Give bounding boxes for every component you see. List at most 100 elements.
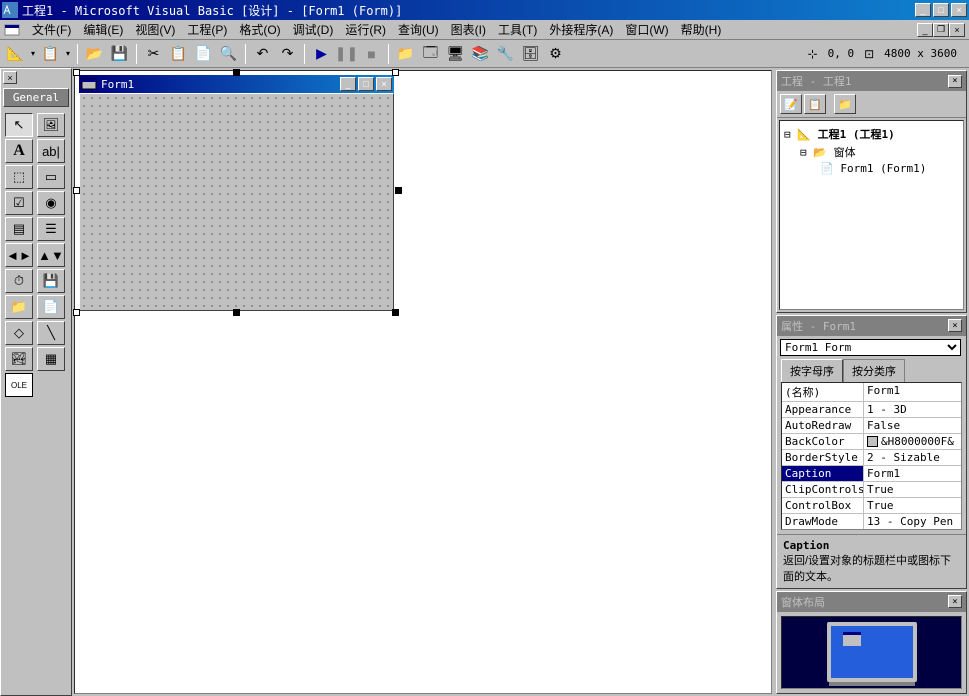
properties-button[interactable]: 🗔 (419, 43, 442, 65)
resize-handle[interactable] (233, 69, 240, 76)
menu-5[interactable]: 调试(D) (287, 19, 340, 40)
toolbox-button[interactable]: 🔧 (494, 43, 517, 65)
add-project-button[interactable]: 📐 (4, 43, 27, 65)
tool-vscroll[interactable]: ▲▼ (37, 243, 65, 267)
project-close-button[interactable]: × (948, 75, 962, 88)
tool-label[interactable]: A (5, 139, 33, 163)
menu-1[interactable]: 编辑(E) (77, 19, 129, 40)
tool-checkbox[interactable]: ☑ (5, 191, 33, 215)
mdi-icon[interactable] (4, 22, 20, 38)
property-row[interactable]: (名称)Form1 (782, 383, 961, 402)
tool-ole[interactable]: OLE (5, 373, 33, 397)
save-button[interactable]: 💾 (108, 43, 131, 65)
resize-handle[interactable] (395, 187, 402, 194)
menu-10[interactable]: 外接程序(A) (543, 19, 619, 40)
tool-timer[interactable]: ⏱ (5, 269, 33, 293)
tool-data[interactable]: ▦ (37, 347, 65, 371)
tool-dirlist[interactable]: 📁 (5, 295, 33, 319)
tool-drivelist[interactable]: 💾 (37, 269, 65, 293)
layout-preview[interactable] (781, 616, 962, 689)
tool-button[interactable]: ▭ (37, 165, 65, 189)
tool-picturebox[interactable]: 🖼 (37, 113, 65, 137)
menu-6[interactable]: 运行(R) (339, 19, 392, 40)
tool-radio[interactable]: ◉ (37, 191, 65, 215)
find-button[interactable]: 🔍 (217, 43, 240, 65)
tool-hscroll[interactable]: ◄► (5, 243, 33, 267)
layout-close-button[interactable]: × (948, 595, 962, 608)
tool-image[interactable]: 🏞 (5, 347, 33, 371)
mdi-restore-button[interactable]: ❐ (933, 23, 949, 37)
form-titlebar[interactable]: Form1 _ □ × (79, 75, 394, 93)
toggle-folders-button[interactable]: 📁 (834, 94, 856, 114)
menu-0[interactable]: 文件(F) (26, 19, 77, 40)
form-close-button[interactable]: × (376, 77, 392, 91)
tool-frame[interactable]: ⬚ (5, 165, 33, 189)
tree-project-root[interactable]: ⊟ 📐 工程1 (工程1) (784, 125, 959, 143)
property-row[interactable]: Appearance1 - 3D (782, 402, 961, 418)
tab-categorized[interactable]: 按分类序 (843, 359, 905, 382)
property-row[interactable]: AutoRedrawFalse (782, 418, 961, 434)
object-browser-button[interactable]: 📚 (469, 43, 492, 65)
add-project-dropdown[interactable]: ▾ (29, 43, 37, 65)
form-designer[interactable]: Form1 _ □ × (74, 70, 772, 694)
form-maximize-button[interactable]: □ (358, 77, 374, 91)
form-window[interactable]: Form1 _ □ × (79, 75, 394, 311)
open-button[interactable]: 📂 (83, 43, 106, 65)
dataview-button[interactable]: 🗄 (519, 43, 542, 65)
property-row[interactable]: BorderStyle2 - Sizable (782, 450, 961, 466)
resize-handle[interactable] (73, 309, 80, 316)
menu-4[interactable]: 格式(O) (233, 19, 286, 40)
view-object-button[interactable]: 📋 (804, 94, 826, 114)
tool-pointer[interactable]: ↖ (5, 113, 33, 137)
menu-9[interactable]: 工具(T) (492, 19, 543, 40)
paste-button[interactable]: 📄 (192, 43, 215, 65)
stop-button[interactable]: ■ (360, 43, 383, 65)
properties-close-button[interactable]: × (948, 319, 962, 332)
object-selector[interactable]: Form1 Form (780, 339, 961, 356)
menu-12[interactable]: 帮助(H) (675, 19, 728, 40)
toolbox-close-button[interactable]: × (3, 71, 17, 84)
menu-7[interactable]: 查询(U) (392, 19, 445, 40)
mini-form[interactable] (843, 632, 861, 646)
maximize-button[interactable]: □ (933, 3, 949, 17)
redo-button[interactable]: ↷ (276, 43, 299, 65)
tool-listbox[interactable]: ☰ (37, 217, 65, 241)
resize-handle[interactable] (73, 187, 80, 194)
add-form-button[interactable]: 📋 (39, 43, 62, 65)
tool-textbox[interactable]: ab| (37, 139, 65, 163)
menu-2[interactable]: 视图(V) (129, 19, 181, 40)
add-form-dropdown[interactable]: ▾ (64, 43, 72, 65)
tool-combobox[interactable]: ▤ (5, 217, 33, 241)
property-row[interactable]: DrawMode13 - Copy Pen (782, 514, 961, 530)
form-layout-button[interactable]: 🖥 (444, 43, 467, 65)
tab-alphabetic[interactable]: 按字母序 (781, 359, 843, 382)
minimize-button[interactable]: _ (915, 3, 931, 17)
mdi-close-button[interactable]: × (949, 23, 965, 37)
mdi-minimize-button[interactable]: _ (917, 23, 933, 37)
form-body[interactable] (79, 93, 394, 311)
tool-line[interactable]: ╲ (37, 321, 65, 345)
form-minimize-button[interactable]: _ (340, 77, 356, 91)
tool-filelist[interactable]: 📄 (37, 295, 65, 319)
view-code-button[interactable]: 📝 (780, 94, 802, 114)
property-row[interactable]: ClipControlsTrue (782, 482, 961, 498)
property-row[interactable]: ControlBoxTrue (782, 498, 961, 514)
tree-item-form1[interactable]: 📄 Form1 (Form1) (784, 161, 959, 176)
menu-3[interactable]: 工程(P) (181, 19, 233, 40)
property-row[interactable]: CaptionForm1 (782, 466, 961, 482)
property-row[interactable]: BackColor&H8000000F& (782, 434, 961, 450)
pause-button[interactable]: ❚❚ (335, 43, 358, 65)
close-button[interactable]: × (951, 3, 967, 17)
component-button[interactable]: ⚙ (544, 43, 567, 65)
resize-handle[interactable] (392, 309, 399, 316)
undo-button[interactable]: ↶ (251, 43, 274, 65)
properties-grid[interactable]: (名称)Form1Appearance1 - 3DAutoRedrawFalse… (781, 382, 962, 530)
copy-button[interactable]: 📋 (167, 43, 190, 65)
resize-handle[interactable] (392, 69, 399, 76)
tree-folder-forms[interactable]: ⊟ 📂 窗体 (784, 143, 959, 161)
tool-shape[interactable]: ◇ (5, 321, 33, 345)
cut-button[interactable]: ✂ (142, 43, 165, 65)
run-button[interactable]: ▶ (310, 43, 333, 65)
menu-8[interactable]: 图表(I) (445, 19, 492, 40)
project-tree[interactable]: ⊟ 📐 工程1 (工程1) ⊟ 📂 窗体 📄 Form1 (Form1) (779, 120, 964, 310)
